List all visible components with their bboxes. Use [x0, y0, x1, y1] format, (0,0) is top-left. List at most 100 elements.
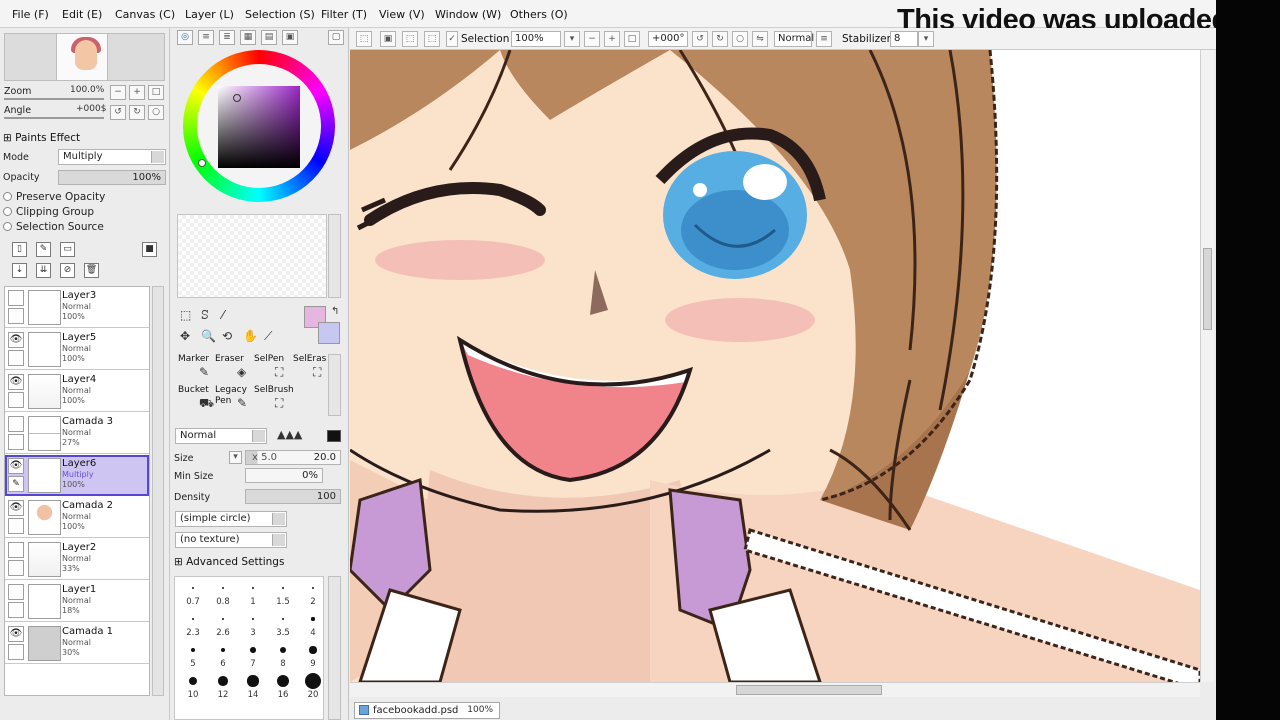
rotate-ccw-icon[interactable]: ↺	[692, 31, 708, 47]
transfer-down-icon[interactable]: ⇣	[12, 263, 27, 278]
brush-size-dot[interactable]	[305, 673, 321, 689]
layer-row[interactable]: Layer1 Normal 18%	[5, 581, 149, 622]
brush-size-dot[interactable]	[221, 617, 225, 621]
menu-file[interactable]: File (F)	[12, 8, 49, 21]
show-selection-icon[interactable]: ⬚	[402, 31, 418, 47]
tool-bucket[interactable]: Bucket	[178, 385, 209, 395]
move-icon[interactable]: ✥	[180, 329, 190, 343]
stabilizer-dropdown-icon[interactable]: ▾	[918, 31, 934, 47]
size-slider[interactable]: x 5.0 20.0	[245, 450, 341, 465]
brush-size-dot[interactable]	[189, 677, 197, 685]
bucket-icon[interactable]: ⛟	[199, 396, 214, 412]
canvas-hscroll-thumb[interactable]	[736, 685, 882, 695]
layer-list-scrollbar[interactable]	[152, 286, 164, 696]
eye-icon[interactable]: 👁	[8, 458, 24, 474]
swap-colors-icon[interactable]: ↰	[331, 306, 339, 317]
brush-shape-select[interactable]: (simple circle)	[175, 511, 287, 527]
mode-dropdown-icon[interactable]: ≡	[816, 31, 832, 47]
canvas-artwork[interactable]	[350, 50, 1200, 682]
selbrush-icon[interactable]: ⛶	[275, 396, 283, 411]
visibility-off-icon[interactable]	[8, 542, 24, 558]
navigator-preview[interactable]	[56, 33, 114, 81]
rgb-slider-tab-icon[interactable]: ≡	[198, 30, 214, 45]
rotate-left-icon[interactable]: ↺	[110, 105, 126, 120]
new-layer-icon[interactable]: ▯	[12, 242, 27, 257]
rotate-reset-icon[interactable]: ○	[732, 31, 748, 47]
swatches-tab-icon[interactable]: ▦	[240, 30, 256, 45]
lasso-icon[interactable]: ꕶ	[201, 308, 209, 323]
brush-size-dot[interactable]	[311, 617, 315, 621]
navigator-prev-thumb[interactable]	[4, 33, 62, 81]
navigator-next-thumb[interactable]	[107, 33, 165, 81]
zoom-out-icon[interactable]: −	[110, 85, 126, 100]
layer-row[interactable]: 👁 Camada 1 Normal 30%	[5, 623, 149, 664]
lock-icon[interactable]	[8, 560, 24, 576]
blend-mode-select[interactable]: Normal	[175, 428, 267, 444]
brush-size-dot[interactable]	[276, 674, 290, 688]
eye-icon[interactable]: 👁	[8, 500, 24, 516]
stabilizer-field[interactable]: 8	[890, 31, 918, 47]
brush-size-dot[interactable]	[247, 675, 259, 687]
color-wheel-tab-icon[interactable]: ◎	[177, 30, 193, 45]
zoom-tool-icon[interactable]: 🔍	[201, 329, 216, 343]
lock-icon[interactable]	[8, 434, 24, 450]
canvas-zoom-field[interactable]: 100%	[511, 31, 561, 47]
menu-others[interactable]: Others (O)	[510, 8, 568, 21]
zoom-in-icon[interactable]: +	[129, 85, 145, 100]
tool-selpen[interactable]: SelPen	[254, 354, 284, 364]
visibility-off-icon[interactable]	[8, 290, 24, 306]
scratchpad[interactable]	[177, 214, 327, 298]
tool-marker[interactable]: Marker	[178, 354, 209, 364]
rect-select-icon[interactable]: ⬚	[180, 308, 191, 322]
brush-size-dot[interactable]	[250, 647, 256, 653]
zoom-fit-icon[interactable]: □	[624, 31, 640, 47]
brush-size-dot[interactable]	[192, 587, 194, 589]
canvas-vertical-scrollbar[interactable]	[1200, 50, 1214, 682]
magic-wand-icon[interactable]: ⁄	[222, 308, 224, 322]
brush-size-dot[interactable]	[281, 617, 285, 621]
flip-icon[interactable]: ⇋	[752, 31, 768, 47]
hand-icon[interactable]: ✋	[243, 329, 258, 343]
hue-picker-cursor[interactable]	[198, 159, 206, 167]
eye-icon[interactable]: 👁	[8, 626, 24, 642]
eye-icon[interactable]: 👁	[8, 332, 24, 348]
zoom-slider[interactable]	[4, 98, 104, 100]
new-linework-layer-icon[interactable]: ✎	[36, 242, 51, 257]
size-multiplier-icon[interactable]: ▾	[229, 451, 242, 464]
brush-size-dot[interactable]	[192, 618, 194, 620]
brush-size-dot[interactable]	[191, 648, 195, 652]
brush-size-dot[interactable]	[218, 676, 228, 686]
brush-size-scrollbar[interactable]	[328, 576, 341, 720]
tools-scrollbar[interactable]	[328, 354, 341, 416]
layer-row[interactable]: 👁 Layer4 Normal 100%	[5, 371, 149, 412]
layer-row[interactable]: Layer3 Normal 100%	[5, 287, 149, 328]
user-swatch-tab-icon[interactable]: ▤	[261, 30, 277, 45]
density-slider[interactable]: 100	[245, 489, 341, 504]
lock-icon[interactable]	[8, 602, 24, 618]
tool-eraser[interactable]: Eraser	[215, 354, 244, 364]
preserve-opacity-check[interactable]: Preserve Opacity	[3, 191, 105, 203]
selpen-icon[interactable]: ⛶	[275, 365, 283, 380]
rotate-tool-icon[interactable]: ⟲	[222, 329, 232, 343]
invert-selection-icon[interactable]: ▣	[380, 31, 396, 47]
delete-layer-icon[interactable]: 🗑	[84, 263, 99, 278]
rotate-right-icon[interactable]: ↻	[129, 105, 145, 120]
canvas[interactable]	[350, 50, 1200, 682]
zoom-value[interactable]: 100.0%	[70, 85, 104, 95]
seleras-icon[interactable]: ⛶	[313, 365, 321, 380]
rotate-cw-icon[interactable]: ↻	[712, 31, 728, 47]
clipping-group-check[interactable]: Clipping Group	[3, 206, 94, 218]
zoom-minus-icon[interactable]: −	[584, 31, 600, 47]
canvas-vscroll-thumb[interactable]	[1203, 248, 1212, 330]
panel-toggle-icon[interactable]: ■	[142, 242, 157, 257]
clear-layer-icon[interactable]: ⊘	[60, 263, 75, 278]
canvas-mode-field[interactable]: Normal	[774, 31, 814, 47]
deselect-icon[interactable]: ⬚	[356, 31, 372, 47]
rotate-reset-icon[interactable]: ○	[148, 105, 164, 120]
tool-selbrush[interactable]: SelBrush	[254, 385, 294, 395]
lock-icon[interactable]	[8, 518, 24, 534]
menu-view[interactable]: View (V)	[379, 8, 425, 21]
brush-size-dot[interactable]	[252, 587, 254, 589]
selection-source-check[interactable]: Selection Source	[3, 221, 104, 233]
menu-filter[interactable]: Filter (T)	[321, 8, 367, 21]
